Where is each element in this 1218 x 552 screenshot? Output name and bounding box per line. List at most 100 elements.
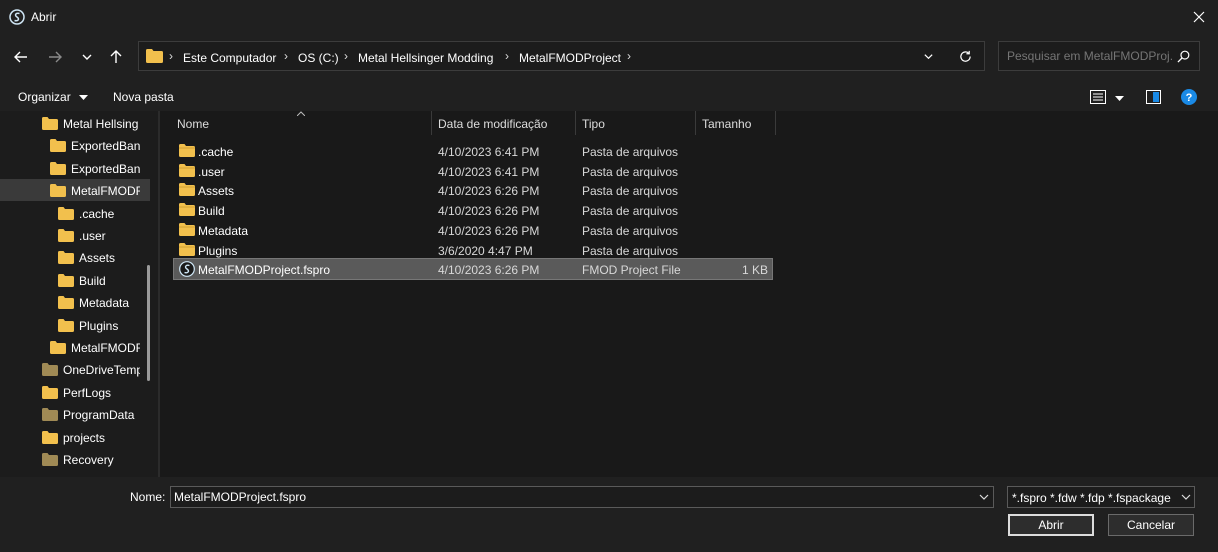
breadcrumb-separator-icon: › xyxy=(284,49,288,63)
folder-icon xyxy=(179,242,195,256)
search-input[interactable] xyxy=(1007,48,1173,64)
chevron-down-icon xyxy=(82,54,92,60)
file-name-combobox[interactable] xyxy=(170,486,994,508)
tree-scrollbar[interactable] xyxy=(147,265,150,381)
nav-tree-item[interactable]: Metadata xyxy=(0,291,150,313)
nav-tree-item[interactable]: ExportedBan xyxy=(0,134,150,156)
file-name-cell: Build xyxy=(198,204,225,219)
search-icon[interactable] xyxy=(1177,50,1190,63)
arrow-up-icon xyxy=(110,50,122,63)
breadcrumb-metalfmodproject[interactable]: MetalFMODProject xyxy=(519,51,621,65)
nav-tree-item-label: MetalFMODF xyxy=(71,341,140,355)
file-list[interactable]: Nome Data de modificação Tipo Tamanho .c… xyxy=(160,111,1218,477)
cancel-button[interactable]: Cancelar xyxy=(1108,514,1194,536)
nav-tree-item-label: ExportedBan xyxy=(71,161,140,176)
organize-menu-button[interactable]: Organizar xyxy=(18,90,89,104)
title-bar xyxy=(0,0,1218,34)
nav-tree-item[interactable]: Plugins xyxy=(0,314,150,336)
file-row-file[interactable]: MetalFMODProject.fspro 4/10/2023 6:26 PM F… xyxy=(173,258,773,281)
preview-pane-icon xyxy=(1146,90,1161,104)
breadcrumb-metal-hellsinger-modding[interactable]: Metal Hellsinger Modding xyxy=(358,51,493,65)
up-button[interactable] xyxy=(103,44,129,70)
folder-icon xyxy=(42,453,58,466)
address-history-button[interactable] xyxy=(923,51,934,65)
close-button[interactable] xyxy=(1180,0,1218,34)
file-date-cell: 4/10/2023 6:26 PM xyxy=(438,204,540,219)
nav-tree-item[interactable]: PerfLogs xyxy=(0,381,150,403)
preview-pane-button[interactable] xyxy=(1146,90,1161,107)
open-button[interactable]: Abrir xyxy=(1008,514,1094,536)
details-view-icon xyxy=(1090,90,1106,104)
file-row-folder[interactable]: .user 4/10/2023 6:41 PM Pasta de arquivos xyxy=(174,161,772,181)
view-options-button[interactable] xyxy=(1115,91,1124,105)
column-header-type[interactable]: Tipo xyxy=(582,117,605,131)
nav-tree-item[interactable]: projects xyxy=(0,426,150,448)
nav-tree-item[interactable]: Metal Hellsing xyxy=(0,112,150,134)
search-box[interactable] xyxy=(998,41,1200,71)
folder-icon xyxy=(42,430,58,444)
recent-locations-button[interactable] xyxy=(74,44,100,70)
breadcrumb-separator-icon: › xyxy=(344,49,348,63)
chevron-down-icon xyxy=(924,54,933,60)
file-type-select[interactable]: *.fspro *.fdw *.fdp *.fspackage xyxy=(1007,486,1195,508)
folder-icon xyxy=(179,203,195,217)
file-name-cell: .cache xyxy=(198,145,234,159)
column-divider[interactable] xyxy=(695,111,696,135)
nav-tree-item[interactable]: .cache xyxy=(0,202,150,224)
folder-icon xyxy=(179,144,195,157)
nav-tree-item[interactable]: MetalFMODF xyxy=(0,179,150,202)
file-name-input[interactable] xyxy=(174,490,964,504)
arrow-right-icon xyxy=(49,51,62,63)
file-row-folder[interactable]: Assets 4/10/2023 6:26 PM Pasta de arquivos xyxy=(174,180,772,200)
navigation-tree[interactable]: Metal Hellsing ExportedBan ExportedBan Meta… xyxy=(0,111,158,477)
nav-tree-item-label: Metadata xyxy=(79,296,130,311)
file-row-folder[interactable]: Metadata 4/10/2023 6:26 PM Pasta de arquiv… xyxy=(174,220,772,240)
nav-tree-item-label: MetalFMODF xyxy=(71,184,140,199)
file-row-folder[interactable]: Build 4/10/2023 6:26 PM Pasta de arquivos xyxy=(174,200,772,220)
column-divider[interactable] xyxy=(775,111,776,135)
nav-tree-item[interactable]: ProgramData xyxy=(0,403,150,425)
arrow-left-icon xyxy=(14,51,27,63)
folder-icon xyxy=(50,161,66,175)
nav-tree-item[interactable]: Assets xyxy=(0,246,150,268)
column-divider[interactable] xyxy=(575,111,576,135)
file-name-cell: Metadata xyxy=(198,223,249,238)
help-button[interactable]: ? xyxy=(1181,89,1197,108)
new-folder-button[interactable]: Nova pasta xyxy=(113,90,174,104)
nav-tree-item[interactable]: ExportedBan xyxy=(0,157,150,179)
file-type-cell: Pasta de arquivos xyxy=(582,164,679,179)
nav-tree-item-label: .user xyxy=(79,229,106,243)
folder-icon xyxy=(179,163,195,177)
column-header-name[interactable]: Nome xyxy=(177,117,209,131)
column-header-date[interactable]: Data de modificação xyxy=(438,117,547,131)
nav-tree-item-label: Metal Hellsing xyxy=(63,117,139,131)
address-bar[interactable]: › Este Computador › OS (C:) › Metal Hell… xyxy=(138,41,985,71)
file-row-folder[interactable]: .cache 4/10/2023 6:41 PM Pasta de arquivos xyxy=(174,141,772,161)
column-divider[interactable] xyxy=(431,111,432,135)
folder-icon xyxy=(50,139,66,153)
breadcrumb-this-pc[interactable]: Este Computador xyxy=(183,51,276,65)
breadcrumb-drive-c[interactable]: OS (C:) xyxy=(298,51,339,65)
file-row-folder[interactable]: Plugins 3/6/2020 4:47 PM Pasta de arquivos xyxy=(174,240,772,260)
breadcrumb-separator-icon: › xyxy=(627,49,631,63)
folder-icon xyxy=(179,183,195,197)
chevron-down-icon[interactable] xyxy=(979,493,989,501)
column-header-size[interactable]: Tamanho xyxy=(702,117,751,131)
file-type-cell: Pasta de arquivos xyxy=(582,204,679,219)
refresh-button[interactable] xyxy=(959,50,972,66)
nav-tree-item[interactable]: MetalFMODF xyxy=(0,336,150,358)
nav-tree-item[interactable]: Build xyxy=(0,269,150,291)
nav-tree-item[interactable]: OneDriveTemp xyxy=(0,358,150,380)
change-view-button[interactable] xyxy=(1090,90,1106,107)
file-date-cell: 4/10/2023 6:26 PM xyxy=(438,223,540,238)
nav-tree-item[interactable]: Recovery xyxy=(0,448,150,470)
back-button[interactable] xyxy=(8,44,34,70)
file-type-cell: Pasta de arquivos xyxy=(582,223,679,238)
nav-tree-item-label: Assets xyxy=(79,251,116,266)
fmod-file-icon xyxy=(179,261,195,278)
file-name-cell: Assets xyxy=(198,184,235,199)
breadcrumb-separator-icon: › xyxy=(505,49,509,63)
nav-tree-item[interactable]: .user xyxy=(0,224,150,246)
forward-button[interactable] xyxy=(42,44,68,70)
file-type-cell: Pasta de arquivos xyxy=(582,243,679,258)
